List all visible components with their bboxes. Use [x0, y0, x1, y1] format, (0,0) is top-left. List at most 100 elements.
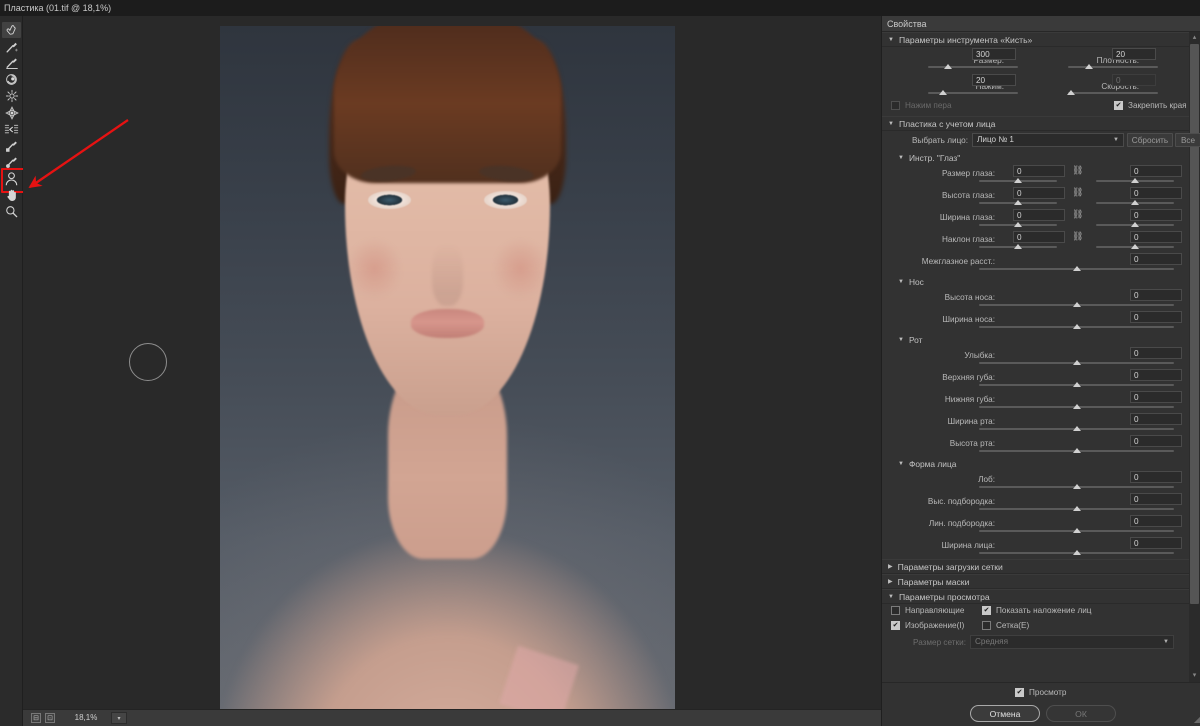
mouth-width-input[interactable]: 0 — [1130, 413, 1182, 425]
smile-input[interactable]: 0 — [1130, 347, 1182, 359]
nose-height-slider-thumb[interactable] — [1073, 302, 1081, 307]
panel-scrollbar[interactable]: ▴ ▾ — [1189, 32, 1200, 682]
eye-size-right-input[interactable]: 0 — [1130, 165, 1182, 177]
zoom-level-value[interactable]: 18,1% — [65, 712, 107, 724]
group-nose[interactable]: ▼ Нос — [882, 275, 1190, 289]
brush-density-slider[interactable] — [1068, 66, 1158, 68]
eye-height-right-input[interactable]: 0 — [1130, 187, 1182, 199]
eye-distance-slider-thumb[interactable] — [1073, 266, 1081, 271]
section-mask-options[interactable]: ▶ Параметры маски — [882, 574, 1190, 589]
mouth-height-slider-thumb[interactable] — [1073, 448, 1081, 453]
section-view-options[interactable]: ▼ Параметры просмотра — [882, 589, 1190, 604]
eye-width-right-input[interactable]: 0 — [1130, 209, 1182, 221]
eye-height-left-input[interactable]: 0 — [1013, 187, 1065, 199]
brush-rate-input[interactable]: 0 — [1112, 74, 1156, 86]
eye-width-right-slider-thumb[interactable] — [1131, 222, 1139, 227]
scroll-up-arrow-icon[interactable]: ▴ — [1191, 33, 1198, 43]
eye-size-left-slider-thumb[interactable] — [1014, 178, 1022, 183]
jawline-input[interactable]: 0 — [1130, 515, 1182, 527]
section-face-aware-liquify[interactable]: ▼ Пластика с учетом лица — [882, 116, 1190, 131]
brush-rate-slider-thumb[interactable] — [1067, 90, 1075, 95]
tool-bloat[interactable] — [0, 105, 23, 122]
eye-width-left-input[interactable]: 0 — [1013, 209, 1065, 221]
zoom-dropdown-chevron-down-icon[interactable]: ▾ — [111, 712, 127, 724]
ok-button[interactable]: ОК — [1046, 705, 1116, 722]
guides-checkbox[interactable]: Направляющие — [891, 606, 964, 615]
mouth-row-lower-lip: Нижняя губа: 0 — [882, 391, 1190, 413]
eye-size-left-input[interactable]: 0 — [1013, 165, 1065, 177]
tool-push-left[interactable] — [0, 121, 23, 138]
tool-smooth[interactable] — [0, 55, 23, 72]
tool-face[interactable] — [0, 168, 26, 193]
brush-size-input[interactable]: 300 — [972, 48, 1016, 60]
mesh-checkbox[interactable]: Сетка(E) — [982, 621, 1029, 630]
face-overlay-checkbox[interactable]: ✔ Показать наложение лиц — [982, 606, 1091, 615]
upper-lip-input[interactable]: 0 — [1130, 369, 1182, 381]
face-width-slider-thumb[interactable] — [1073, 550, 1081, 555]
eye-size-link-icon[interactable]: ⛓ — [1072, 166, 1083, 175]
section-brush-tool-options[interactable]: ▼ Параметры инструмента «Кисть» — [882, 32, 1190, 47]
brush-size-slider[interactable] — [928, 66, 1018, 68]
brush-density-input[interactable]: 20 — [1112, 48, 1156, 60]
eye-height-right-slider-thumb[interactable] — [1131, 200, 1139, 205]
scroll-down-arrow-icon[interactable]: ▾ — [1191, 671, 1198, 681]
lower-lip-slider-thumb[interactable] — [1073, 404, 1081, 409]
resize-grip-icon[interactable]: ◢ — [1190, 715, 1200, 725]
mouth-height-input[interactable]: 0 — [1130, 435, 1182, 447]
brush-density-slider-thumb[interactable] — [1085, 64, 1093, 69]
nose-height-input[interactable]: 0 — [1130, 289, 1182, 301]
tool-thaw-mask[interactable] — [0, 154, 23, 171]
upper-lip-slider-thumb[interactable] — [1073, 382, 1081, 387]
reset-all-faces-button[interactable]: Все — [1175, 133, 1200, 147]
nose-width-input[interactable]: 0 — [1130, 311, 1182, 323]
eye-tilt-link-icon[interactable]: ⛓ — [1072, 232, 1083, 241]
eye-distance-input[interactable]: 0 — [1130, 253, 1182, 265]
eye-tilt-left-slider-thumb[interactable] — [1014, 244, 1022, 249]
brush-size-slider-thumb[interactable] — [944, 64, 952, 69]
forehead-slider-thumb[interactable] — [1073, 484, 1081, 489]
eye-height-link-icon[interactable]: ⛓ — [1072, 188, 1083, 197]
brush-pressure-slider-thumb[interactable] — [939, 90, 947, 95]
brush-rate-slider[interactable] — [1068, 92, 1158, 94]
actual-pixels-button[interactable]: ⊡ — [45, 713, 55, 723]
tool-freeze-mask[interactable] — [0, 138, 23, 155]
mesh-size-dropdown[interactable]: Средняя ▼ — [970, 635, 1174, 649]
smile-slider-thumb[interactable] — [1073, 360, 1081, 365]
chin-height-slider-thumb[interactable] — [1073, 506, 1081, 511]
face-width-input[interactable]: 0 — [1130, 537, 1182, 549]
reset-face-button[interactable]: Сбросить — [1127, 133, 1173, 147]
eye-tilt-left-input[interactable]: 0 — [1013, 231, 1065, 243]
eye-size-right-slider-thumb[interactable] — [1131, 178, 1139, 183]
jawline-slider-thumb[interactable] — [1073, 528, 1081, 533]
eye-tilt-right-slider-thumb[interactable] — [1131, 244, 1139, 249]
panel-scrollbar-thumb[interactable] — [1190, 44, 1199, 604]
eye-width-link-icon[interactable]: ⛓ — [1072, 210, 1083, 219]
group-mouth[interactable]: ▼ Рот — [882, 333, 1190, 347]
forehead-input[interactable]: 0 — [1130, 471, 1182, 483]
tool-forward-warp[interactable] — [0, 22, 23, 39]
tool-pucker[interactable] — [0, 88, 23, 105]
section-mesh-load-options[interactable]: ▶ Параметры загрузки сетки — [882, 559, 1190, 574]
mouth-width-slider-thumb[interactable] — [1073, 426, 1081, 431]
preview-checkbox[interactable]: ✔ Просмотр — [1015, 688, 1066, 697]
group-face-shape[interactable]: ▼ Форма лица — [882, 457, 1190, 471]
fit-on-screen-button[interactable]: ⊟ — [31, 713, 41, 723]
eye-width-left-slider-thumb[interactable] — [1014, 222, 1022, 227]
pin-edges-checkbox[interactable]: ✔ Закрепить края — [1114, 101, 1187, 110]
liquify-canvas[interactable] — [23, 16, 881, 709]
nose-width-slider-thumb[interactable] — [1073, 324, 1081, 329]
eye-tilt-right-input[interactable]: 0 — [1130, 231, 1182, 243]
tool-reconstruct[interactable] — [0, 39, 23, 56]
image-checkbox[interactable]: ✔ Изображение(I) — [891, 621, 964, 630]
pen-pressure-checkbox[interactable]: Нажим пера — [891, 101, 952, 110]
tool-twirl-clockwise[interactable] — [0, 72, 23, 89]
lower-lip-input[interactable]: 0 — [1130, 391, 1182, 403]
cancel-button[interactable]: Отмена — [970, 705, 1040, 722]
brush-pressure-input[interactable]: 20 — [972, 74, 1016, 86]
eye-height-left-slider-thumb[interactable] — [1014, 200, 1022, 205]
tool-zoom[interactable] — [0, 204, 23, 221]
group-eyes[interactable]: ▼ Инстр. "Глаз" — [882, 151, 1190, 165]
face-select-dropdown[interactable]: Лицо № 1 ▼ — [972, 133, 1124, 147]
tool-hand[interactable] — [0, 187, 23, 204]
chin-height-input[interactable]: 0 — [1130, 493, 1182, 505]
